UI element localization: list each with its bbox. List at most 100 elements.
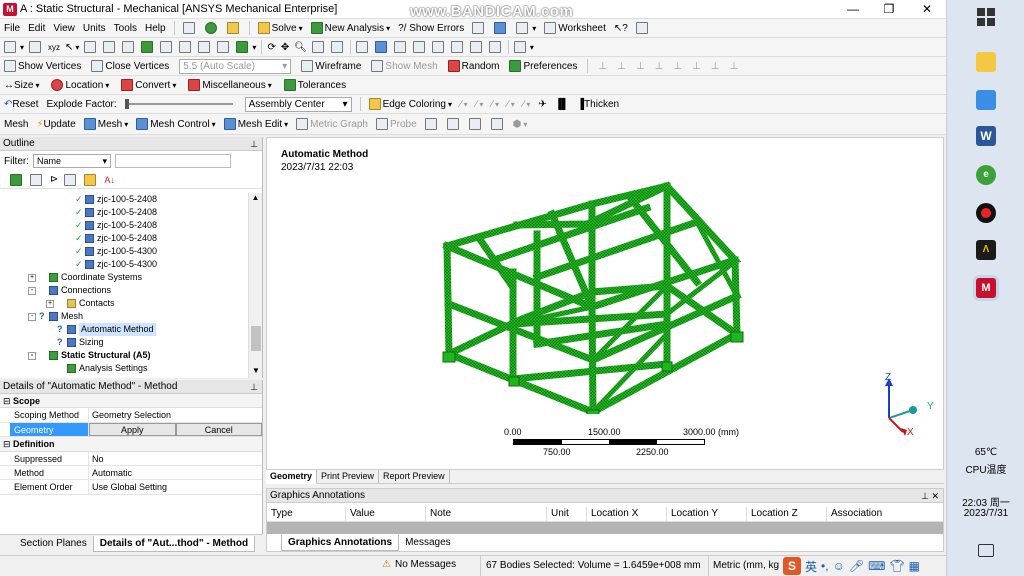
expand-icon[interactable]: +	[46, 299, 54, 308]
filter-combo[interactable]: Name ▾	[33, 154, 111, 168]
pan-icon[interactable]: ✥	[281, 42, 289, 53]
zoom-icon[interactable]: 🔍︎	[294, 42, 307, 53]
record-icon[interactable]	[976, 203, 996, 223]
mesh-tool-icon[interactable]	[468, 118, 483, 130]
assembly-center-combo[interactable]: Assembly Center ▾	[244, 96, 352, 112]
show-mesh-button[interactable]: Show Mesh	[371, 60, 438, 72]
col-location-z[interactable]: Location Z	[747, 506, 827, 521]
col-unit[interactable]: Unit	[547, 506, 587, 521]
collapse-icon[interactable]: -	[28, 351, 36, 360]
tab-graphics-annotations[interactable]: Graphics Annotations	[281, 535, 400, 551]
check-ok-icon[interactable]	[204, 22, 219, 34]
tree-node[interactable]: -? Mesh	[0, 310, 248, 323]
menu-units[interactable]: Units	[83, 23, 106, 34]
scoping-method-row[interactable]: Scoping Method Geometry Selection	[0, 408, 262, 423]
word-icon[interactable]: W	[976, 126, 996, 146]
tree-view-icon[interactable]	[30, 173, 44, 186]
align-icon[interactable]: ⊥	[636, 61, 645, 72]
tab-section-planes[interactable]: Section Planes	[14, 536, 93, 552]
expand-icon[interactable]: +	[28, 273, 36, 282]
mesh-edit-dropdown[interactable]: Mesh Edit	[223, 118, 288, 130]
edge-coloring-dropdown[interactable]: Edge Coloring	[368, 98, 452, 110]
frame-model[interactable]	[417, 174, 747, 414]
outline-scrollbar[interactable]: ▲ ▼	[248, 193, 262, 378]
collapse-icon[interactable]: -	[28, 286, 36, 295]
annotations-horizontal-scrollbar[interactable]	[267, 522, 943, 534]
reset-button[interactable]: ↶ Reset	[4, 99, 39, 110]
folder-icon[interactable]	[84, 173, 98, 186]
close-icon[interactable]: ✕	[931, 489, 939, 503]
select-all-icon[interactable]	[217, 41, 231, 53]
tree-node[interactable]: ? Sizing	[0, 336, 248, 349]
ansys-workbench-icon[interactable]: Λ	[976, 240, 996, 260]
align-icon[interactable]: ⊥	[711, 61, 720, 72]
tool-icon[interactable]	[472, 22, 486, 34]
computer-icon[interactable]	[976, 90, 996, 110]
update-button[interactable]: ⚡ Update	[36, 119, 75, 130]
geometry-row[interactable]: Geometry Apply Cancel	[0, 422, 262, 438]
tab-details[interactable]: Details of "Aut...thod" - Method	[92, 535, 256, 552]
method-row[interactable]: Method Automatic	[0, 465, 262, 481]
pushpin-icon[interactable]: ✈	[538, 99, 546, 110]
tolerances-button[interactable]: Tolerances	[283, 79, 346, 91]
col-location-y[interactable]: Location Y	[667, 506, 747, 521]
file-explorer-icon[interactable]	[976, 52, 996, 72]
browser-icon[interactable]: e	[976, 165, 996, 185]
image-icon[interactable]	[494, 22, 508, 34]
ime-menu-icon[interactable]: ▦	[909, 559, 920, 573]
refresh-icon[interactable]	[10, 173, 24, 186]
cube-icon[interactable]	[236, 41, 256, 53]
col-location-x[interactable]: Location X	[587, 506, 667, 521]
ime-punctuation-icon[interactable]: •,	[821, 559, 829, 573]
limit-icon[interactable]	[198, 41, 212, 53]
explode-factor-slider[interactable]	[124, 99, 233, 109]
thin-thick-icon[interactable]: ▐▌	[555, 99, 569, 110]
miscellaneous-dropdown[interactable]: Miscellaneous	[188, 79, 271, 91]
expand-all-icon[interactable]	[64, 173, 78, 186]
zoom-box-icon[interactable]	[311, 41, 326, 53]
scroll-thumb[interactable]	[251, 326, 261, 351]
show-vertices-button[interactable]: Show Vertices	[4, 60, 81, 72]
edge-style-icon[interactable]: ∕	[523, 99, 531, 110]
tree-node[interactable]: - Static Structural (A5)	[0, 349, 248, 362]
menu-edit[interactable]: Edit	[28, 23, 45, 34]
tab-print-preview[interactable]: Print Preview	[317, 470, 380, 483]
location-dropdown[interactable]: Location	[51, 79, 109, 91]
thicken-button[interactable]: ▐ Thicken	[577, 99, 619, 110]
windows-start-icon[interactable]	[977, 8, 995, 26]
magnifier-icon[interactable]	[393, 41, 408, 53]
tree-node[interactable]: ✓ zjc-100-5-2408	[0, 232, 248, 245]
tree-node[interactable]: ✓ zjc-100-5-4300	[0, 245, 248, 258]
taskbar-time[interactable]: 22:03 周一	[947, 494, 1024, 509]
command-icon[interactable]	[182, 22, 197, 34]
emoji-icon[interactable]: ☺	[833, 559, 845, 573]
scope-section[interactable]: Scope	[0, 394, 262, 409]
xyz-icon[interactable]: xyz	[48, 43, 60, 52]
mesh-tool-icon[interactable]	[446, 118, 461, 130]
tab-geometry[interactable]: Geometry	[266, 469, 318, 484]
align-icon[interactable]: ⊥	[655, 61, 664, 72]
zoom-fit-icon[interactable]	[330, 41, 345, 53]
tree-node[interactable]: ✓ zjc-100-5-2408	[0, 193, 248, 206]
sort-icon[interactable]: A↓	[104, 175, 115, 185]
random-colors-button[interactable]: Random	[447, 60, 499, 72]
tree-node[interactable]: + Contacts	[0, 297, 248, 310]
align-icon[interactable]: ⊥	[673, 61, 682, 72]
filter-input[interactable]	[115, 154, 231, 168]
worksheet-button[interactable]: Worksheet	[544, 22, 606, 34]
close-button[interactable]: ✕	[912, 1, 942, 18]
element-order-row[interactable]: Element Order Use Global Setting	[0, 480, 262, 495]
size-dropdown[interactable]: ↔ Size	[4, 80, 39, 91]
minimize-button[interactable]: —	[838, 1, 868, 18]
new-analysis-button[interactable]: New Analysis	[310, 22, 390, 34]
iso-view-icon[interactable]	[450, 41, 465, 53]
wireframe-button[interactable]: Wireframe	[301, 60, 361, 72]
ansys-mechanical-icon[interactable]: M	[976, 278, 996, 298]
tree-node[interactable]: Analysis Settings	[0, 362, 248, 375]
pin-icon[interactable]: ⊥	[250, 137, 258, 151]
taskbar-date[interactable]: 2023/7/31	[947, 508, 1024, 519]
image-capture-icon[interactable]	[469, 41, 484, 53]
tag-icon[interactable]	[635, 22, 650, 34]
col-value[interactable]: Value	[346, 506, 426, 521]
align-icon[interactable]: ⊥	[617, 61, 626, 72]
